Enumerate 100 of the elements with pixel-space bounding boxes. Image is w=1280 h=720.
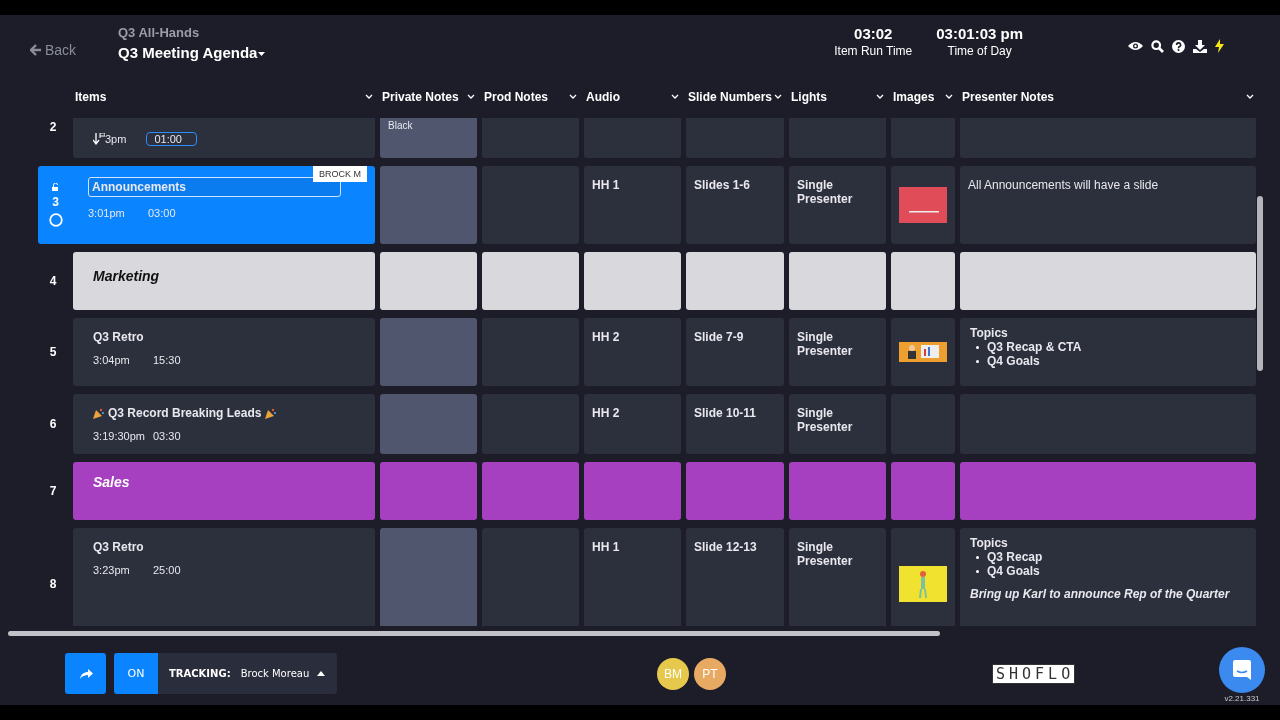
topics-heading: Topics — [970, 326, 1008, 340]
row-number: 7 — [48, 483, 58, 500]
chevron-icon — [569, 94, 577, 99]
private-note[interactable] — [380, 166, 477, 244]
chat-bubble-icon — [1231, 658, 1253, 681]
chevron-icon — [365, 94, 373, 99]
eye-icon[interactable] — [1128, 41, 1143, 51]
lights-cell[interactable]: Single Presenter — [789, 394, 886, 454]
download-icon[interactable] — [1193, 39, 1207, 53]
chevron-icon — [671, 94, 679, 99]
slide-numbers-cell[interactable]: Slide 10-11 — [686, 394, 784, 454]
column-header[interactable]: Private Notes — [380, 89, 477, 104]
row-number: 8 — [48, 576, 58, 593]
caret-icon — [258, 52, 266, 57]
timer-value: 03:02 — [854, 25, 893, 42]
topic-bullet: Q4 Goals — [987, 354, 1040, 368]
section-header[interactable]: Marketing — [73, 252, 375, 310]
radio-circle-icon[interactable] — [48, 213, 63, 227]
section-cell — [891, 462, 955, 520]
column-header[interactable]: Items — [73, 89, 375, 104]
rundown-item[interactable]: Q3 Retro 3:23pm 25:00 — [73, 528, 375, 626]
start-time: 3:19:30pm — [93, 430, 146, 442]
help-icon[interactable] — [1172, 39, 1185, 53]
slide-numbers-cell[interactable]: Slide 7-9 — [686, 318, 784, 386]
topics-heading: Topics — [970, 536, 1008, 550]
start-time: 3pm — [105, 133, 127, 145]
tracking-user-dropdown[interactable]: Brock Moreau — [234, 667, 332, 680]
private-note[interactable] — [380, 318, 477, 386]
timer-label: Time of Day — [947, 44, 1012, 58]
column-header[interactable]: Prod Notes — [482, 89, 579, 104]
row-number: 6 — [48, 416, 58, 433]
image-cell[interactable] — [891, 318, 955, 386]
topic-bullet: Q3 Recap & CTA — [987, 340, 1082, 354]
caret-icon — [317, 671, 326, 676]
column-header[interactable]: Lights — [789, 89, 886, 104]
slide-thumbnail — [899, 187, 947, 223]
column-header[interactable]: Slide Numbers — [686, 89, 784, 104]
start-time: 3:01pm — [88, 207, 126, 219]
duration[interactable]: 25:00 — [153, 564, 181, 576]
tracking-toggle[interactable]: ON — [114, 653, 158, 694]
show-title: Q3 All-Hands — [118, 25, 201, 40]
audio-cell[interactable]: HH 1 — [584, 528, 681, 626]
private-note[interactable] — [380, 394, 477, 454]
section-header[interactable]: Sales — [73, 462, 375, 520]
rundown-title-dropdown[interactable]: Q3 Meeting Agenda — [118, 44, 266, 61]
topic-bullet: Q4 Goals — [987, 564, 1040, 578]
lights-cell[interactable]: Single Presenter — [789, 166, 886, 244]
presenter-notes[interactable]: All Announcements will have a slide — [960, 166, 1256, 244]
search-icon[interactable] — [1151, 39, 1164, 53]
column-header[interactable]: Images — [891, 89, 955, 104]
slide-numbers-cell[interactable]: Slide 12-13 — [686, 528, 784, 626]
presenter-note-text: Bring up Karl to announce Rep of the Quarter — [970, 587, 1230, 601]
audio-cell[interactable]: HH 1 — [584, 166, 681, 244]
row-number: 4 — [48, 273, 58, 290]
lights-cell[interactable]: Single Presenter — [789, 318, 886, 386]
image-cell[interactable] — [891, 528, 955, 626]
item-title[interactable]: Q3 Retro — [93, 540, 355, 554]
cartoon-presenter-drawing — [899, 342, 947, 362]
duration[interactable]: 15:30 — [153, 354, 181, 366]
version-label: v2.21.331 — [1224, 693, 1260, 703]
column-header[interactable]: Audio — [584, 89, 681, 104]
share-arrow-icon — [78, 666, 93, 681]
slide-numbers-cell[interactable]: Slides 1-6 — [686, 166, 784, 244]
timer-label: Item Run Time — [834, 44, 913, 58]
audio-cell[interactable]: HH 2 — [584, 394, 681, 454]
presenter-notes[interactable]: Topics Q3 Recap & CTA Q4 Goals — [960, 318, 1256, 386]
item-title[interactable]: Q3 Record Breaking Leads — [93, 406, 355, 420]
chevron-icon — [467, 94, 475, 99]
party-popper-icon — [93, 407, 104, 419]
rundown-item[interactable]: Q3 Retro 3:04pm 15:30 — [73, 318, 375, 386]
column-header[interactable]: Presenter Notes — [960, 89, 1256, 104]
section-cell — [891, 252, 955, 310]
row-number: 3 — [38, 166, 73, 244]
lights-cell[interactable]: Single Presenter — [789, 528, 886, 626]
start-time: 3:23pm — [93, 564, 131, 576]
chevron-icon — [876, 94, 884, 99]
topic-bullet: Q3 Recap — [987, 550, 1043, 564]
lightning-icon[interactable] — [1215, 39, 1224, 53]
horizontal-scrollbar[interactable] — [8, 631, 940, 636]
duration[interactable]: 01:00 — [146, 132, 197, 146]
start-time: 3:04pm — [93, 354, 131, 366]
presenter-note-text: All Announcements will have a slide — [968, 178, 1159, 192]
private-note[interactable] — [380, 528, 477, 626]
item-title[interactable]: Q3 Retro — [93, 330, 355, 344]
rundown-item[interactable]: 3pm 01:00 — [73, 118, 375, 158]
chat-button[interactable] — [1219, 646, 1265, 693]
private-note[interactable]: Black — [380, 118, 477, 158]
cartoon-figure-drawing — [899, 566, 947, 602]
logo: SHOFLO — [992, 663, 1076, 684]
arrow-flag-icon — [93, 133, 105, 145]
image-cell[interactable] — [891, 166, 955, 244]
share-button[interactable] — [65, 653, 106, 694]
vertical-scrollbar[interactable] — [1257, 196, 1263, 371]
audio-cell[interactable]: HH 2 — [584, 318, 681, 386]
rundown-item[interactable]: Q3 Record Breaking Leads 3:19:30pm 03:30 — [73, 394, 375, 454]
tracker-tag: BROCK M — [313, 166, 367, 182]
tracking-label: TRACKING: — [169, 668, 231, 679]
duration[interactable]: 03:30 — [153, 430, 181, 442]
unlocked-padlock-icon[interactable] — [52, 183, 59, 191]
presenter-notes[interactable]: Topics Q3 Recap Q4 Goals Bring up Karl to announce Rep of the Quarter — [960, 528, 1256, 626]
